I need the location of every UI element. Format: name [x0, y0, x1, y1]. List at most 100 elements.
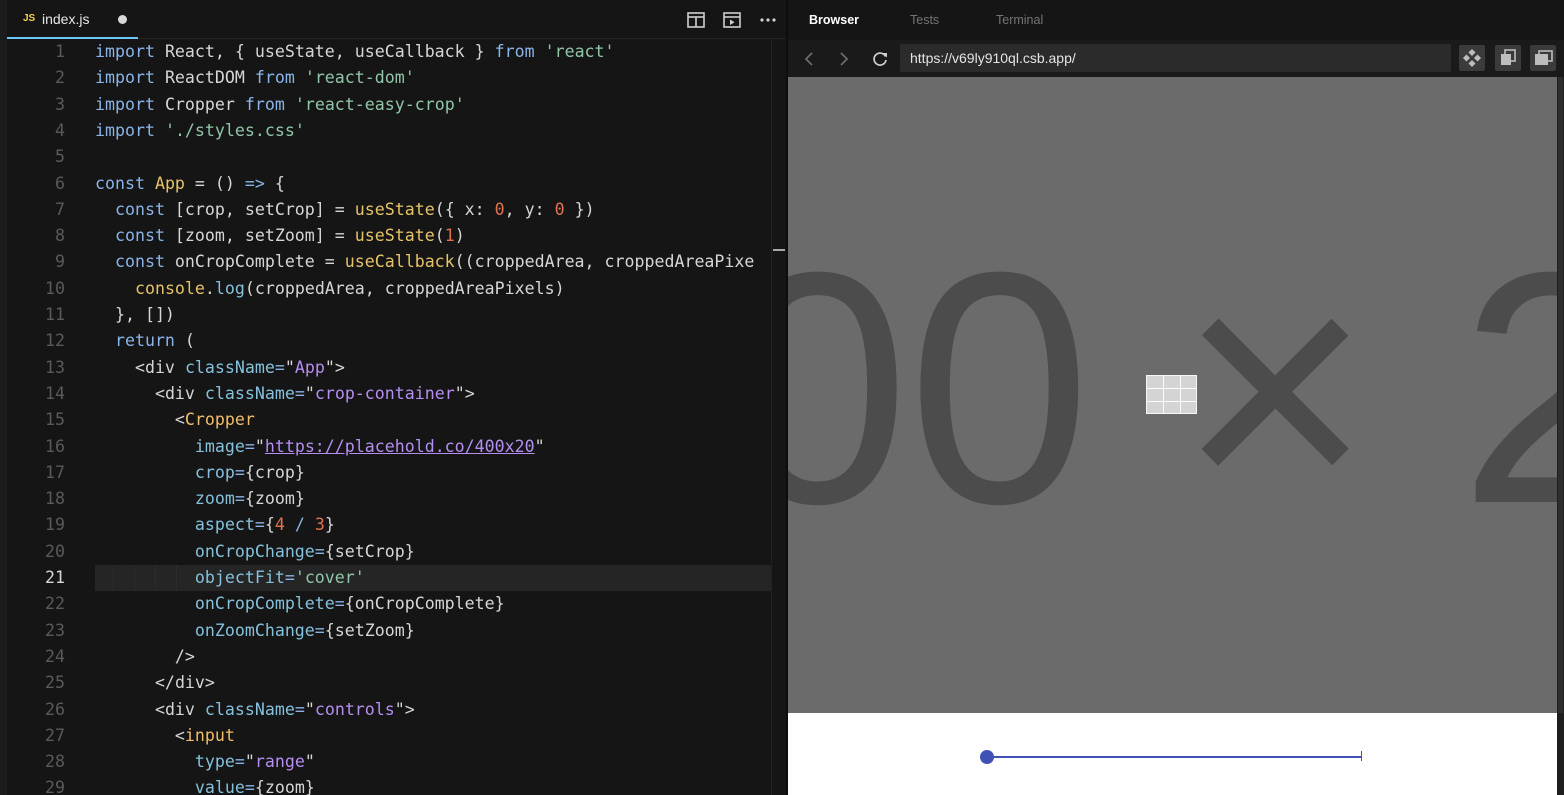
code-token: 'react-easy-crop'	[294, 94, 465, 114]
code-line[interactable]: 5	[7, 144, 771, 170]
code-text: <div className="controls">	[95, 697, 415, 723]
code-line[interactable]: 27 <input	[7, 723, 771, 749]
code-token: =	[314, 541, 325, 561]
code-token: "	[254, 436, 265, 456]
code-line[interactable]: 24 />	[7, 644, 771, 670]
code-line[interactable]: 29 value={zoom}	[7, 775, 771, 795]
code-token: {onCropComplete}	[344, 594, 505, 614]
code-token: "	[304, 752, 315, 772]
code-line[interactable]: 18 zoom={zoom}	[7, 486, 771, 512]
code-text: />	[95, 644, 195, 670]
url-text: https://v69ly910ql.csb.app/	[910, 50, 1076, 66]
devtools-icon[interactable]	[1459, 45, 1485, 71]
code-token: aspect	[194, 515, 255, 535]
code-token: =	[234, 462, 245, 482]
code-text: onCropComplete={onCropComplete}	[95, 591, 505, 617]
crop-container[interactable]: 00 × 2	[788, 77, 1557, 713]
code-line[interactable]: 9 const onCropComplete = useCallback((cr…	[7, 249, 771, 275]
crop-area[interactable]	[1146, 375, 1197, 414]
back-icon[interactable]	[799, 48, 821, 70]
code-text: return (	[95, 328, 195, 354]
code-text: }, [])	[95, 302, 175, 328]
more-icon[interactable]	[758, 10, 778, 30]
zoom-slider-track[interactable]	[987, 756, 1362, 758]
code-token: <	[95, 383, 165, 403]
tab-terminal[interactable]: Terminal	[996, 13, 1043, 27]
code-line[interactable]: 16 image="https://placehold.co/400x20"	[7, 434, 771, 460]
code-token: onZoomChange	[194, 620, 315, 640]
code-token: {zoom}	[244, 489, 305, 509]
code-token: const	[114, 226, 165, 246]
code-line[interactable]: 4 import './styles.css'	[7, 118, 771, 144]
code-line[interactable]: 21 objectFit='cover'	[7, 565, 771, 591]
tab-browser[interactable]: Browser	[809, 13, 859, 27]
code-line[interactable]: 8 const [zoom, setZoom] = useState(1)	[7, 223, 771, 249]
code-editor: JS index.js 1 import React, { useState, u…	[0, 0, 786, 795]
forward-icon[interactable]	[832, 48, 854, 70]
code-text: import './styles.css'	[95, 118, 305, 144]
code-line[interactable]: 20 onCropChange={setCrop}	[7, 539, 771, 565]
code-token: </	[95, 673, 175, 693]
zoom-slider-thumb[interactable]	[980, 750, 994, 764]
code-line[interactable]: 26 <div className="controls">	[7, 697, 771, 723]
open-preview-icon[interactable]	[722, 10, 742, 30]
editor-scrollbar[interactable]	[771, 39, 786, 795]
code-line[interactable]: 28 type="range"	[7, 749, 771, 775]
code-token: =	[294, 383, 305, 403]
line-number: 11	[45, 305, 65, 324]
code-text: <Cropper	[95, 407, 255, 433]
line-number: 29	[45, 778, 65, 795]
code-line[interactable]: 3 import Cropper from 'react-easy-crop'	[7, 92, 771, 118]
code-token: ">	[454, 383, 475, 403]
code-token: onCropComplete =	[164, 252, 345, 272]
code-line[interactable]: 19 aspect={4 / 3}	[7, 512, 771, 538]
code-token: =	[284, 568, 295, 587]
line-number: 26	[45, 699, 65, 719]
code-line[interactable]: 23 onZoomChange={setZoom}	[7, 618, 771, 644]
code-text: <div className="crop-container">	[95, 381, 475, 407]
code-line[interactable]: 1 import React, { useState, useCallback }…	[7, 39, 771, 65]
tab-index-js[interactable]: JS index.js	[7, 0, 138, 39]
code-line[interactable]: 12 return (	[7, 328, 771, 354]
code-line[interactable]: 25 </div>	[7, 670, 771, 696]
code-line[interactable]: 2 import ReactDOM from 'react-dom'	[7, 65, 771, 91]
split-editor-icon[interactable]	[686, 10, 706, 30]
code-line[interactable]: 10 console.log(croppedArea, croppedAreaP…	[7, 276, 771, 302]
code-line[interactable]: 22 onCropComplete={onCropComplete}	[7, 591, 771, 617]
code-line[interactable]: 6 const App = () => {	[7, 171, 771, 197]
windows-icon[interactable]	[1530, 45, 1556, 71]
code-line[interactable]: 15 <Cropper	[7, 407, 771, 433]
open-new-window-icon[interactable]	[1495, 45, 1521, 71]
code-token: {	[264, 515, 275, 535]
code-token: type	[194, 752, 235, 772]
code-token: 'react'	[544, 42, 615, 61]
code-token: 1	[444, 226, 455, 246]
code-line[interactable]: 7 const [crop, setCrop] = useState({ x: …	[7, 197, 771, 223]
refresh-icon[interactable]	[869, 48, 891, 70]
line-number: 17	[45, 462, 65, 482]
code-token: from	[244, 94, 285, 114]
code-line[interactable]: 13 <div className="App">	[7, 355, 771, 381]
unsaved-dot-icon[interactable]	[118, 15, 127, 24]
preview-viewport: 00 × 2	[788, 77, 1557, 795]
code-token: const	[95, 173, 145, 193]
preview-scrollbar-thumb[interactable]	[1558, 77, 1563, 713]
tab-tests[interactable]: Tests	[910, 13, 939, 27]
preview-scrollbar[interactable]	[1557, 77, 1564, 795]
code-token: https://placehold.co/400x20	[264, 436, 535, 456]
code-line[interactable]: 17 crop={crop}	[7, 460, 771, 486]
code-line[interactable]: 11 }, [])	[7, 302, 771, 328]
code-line[interactable]: 14 <div className="crop-container">	[7, 381, 771, 407]
url-bar[interactable]: https://v69ly910ql.csb.app/	[900, 44, 1451, 72]
code-token: ">	[324, 357, 345, 377]
code-area[interactable]: 1 import React, { useState, useCallback }…	[7, 39, 771, 795]
